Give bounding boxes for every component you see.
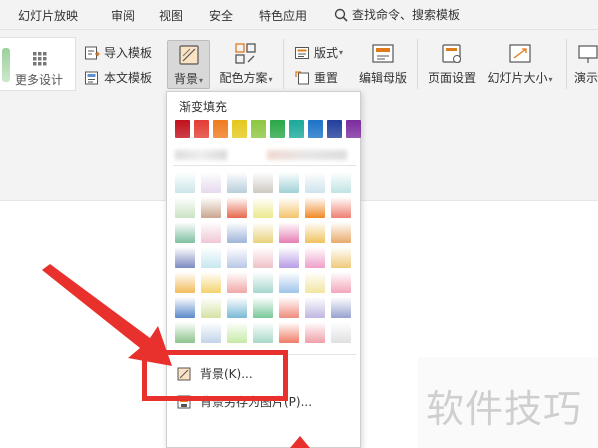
red-arrow-icon bbox=[42, 264, 310, 448]
